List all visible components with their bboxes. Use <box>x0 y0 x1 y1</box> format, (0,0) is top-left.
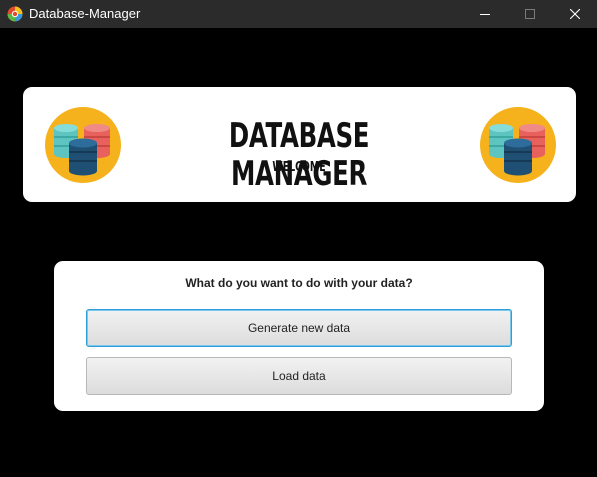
database-stack-icon <box>44 106 122 184</box>
title-bar: Database-Manager <box>0 0 597 28</box>
app-title: DATABASE MANAGER <box>228 116 370 194</box>
load-data-button[interactable]: Load data <box>86 357 512 395</box>
maximize-icon <box>525 9 535 19</box>
database-stack-icon <box>479 106 557 184</box>
welcome-subtitle: WELCOME <box>272 160 326 175</box>
close-button[interactable] <box>552 0 597 28</box>
panel-question: What do you want to do with your data? <box>185 276 413 290</box>
close-icon <box>570 9 580 19</box>
generate-new-data-button[interactable]: Generate new data <box>86 309 512 347</box>
action-panel: What do you want to do with your data? G… <box>54 261 544 411</box>
main-content: DATABASE MANAGER WELCOME What do you wan… <box>0 28 597 477</box>
window-title: Database-Manager <box>29 6 141 21</box>
minimize-icon <box>480 14 490 15</box>
header-banner: DATABASE MANAGER WELCOME <box>23 87 576 202</box>
app-icon <box>7 6 23 22</box>
maximize-button[interactable] <box>507 0 553 28</box>
minimize-button[interactable] <box>462 0 508 28</box>
